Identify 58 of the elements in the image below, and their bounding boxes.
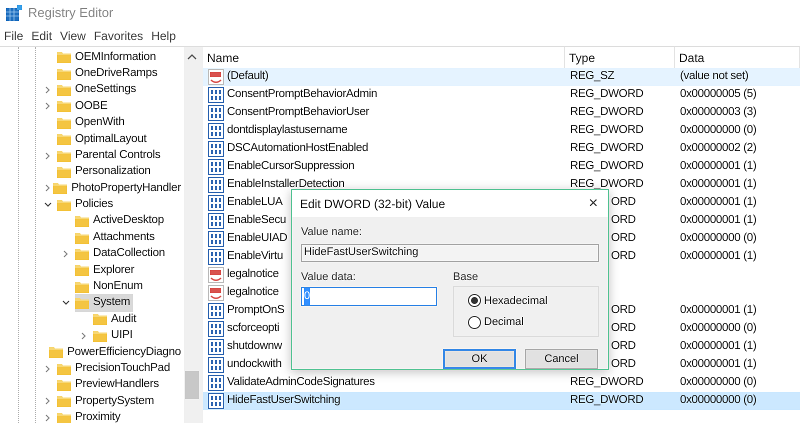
- group-label: Base: [453, 270, 480, 284]
- value-data: 0x00000000 (0): [680, 322, 756, 334]
- field-label: Value name:: [301, 225, 363, 240]
- value-type: REG_DWORD: [570, 178, 644, 190]
- value-name: EnableCursorSuppression: [227, 159, 354, 174]
- value-name: dontdisplaylastusername: [227, 123, 348, 138]
- value-name: legalnotice: [227, 285, 279, 300]
- value-type: ORD: [611, 196, 636, 208]
- value-name: EnableInstallerDetection: [227, 177, 344, 192]
- dialog-title: Edit DWORD (32-bit) Value: [300, 196, 446, 212]
- value-data: 0x00000001 (1): [680, 214, 756, 226]
- value-name: legalnotice: [227, 267, 279, 282]
- value-data: 0x00000001 (1): [680, 178, 756, 190]
- value-name: DSCAutomationHostEnabled: [227, 141, 368, 156]
- value-name: EnableUIAD: [227, 231, 288, 246]
- value-type: REG_DWORD: [570, 88, 644, 100]
- value-type: REG_DWORD: [570, 160, 644, 172]
- value-name: (Default): [227, 69, 268, 84]
- value-type: ORD: [611, 214, 636, 226]
- value-data: 0x00000001 (1): [680, 358, 756, 370]
- value-name: ValidateAdminCodeSignatures: [227, 375, 375, 390]
- value-name: ConsentPromptBehaviorAdmin: [227, 87, 378, 102]
- value-name: PromptOnS: [227, 303, 284, 318]
- value-type: ORD: [611, 250, 636, 262]
- value-type: ORD: [611, 340, 636, 352]
- value-data: 0x00000001 (1): [680, 160, 756, 172]
- value-type: ORD: [611, 358, 636, 370]
- value-name: EnableSecu: [227, 213, 286, 228]
- value-name: EnableVirtu: [227, 249, 283, 264]
- value-type: ORD: [611, 322, 636, 334]
- value-data: 0x00000001 (1): [680, 340, 756, 352]
- value-data: 0x00000003 (3): [680, 106, 756, 118]
- value-data: 0x00000001 (1): [680, 304, 756, 316]
- value-type: ORD: [611, 304, 636, 316]
- value-name: ConsentPromptBehaviorUser: [227, 105, 370, 120]
- value-type: REG_DWORD: [570, 106, 644, 118]
- value-type: REG_DWORD: [570, 124, 644, 136]
- value-name: EnableLUA: [227, 195, 282, 210]
- value-type: ORD: [611, 232, 636, 244]
- value-data: 0x00000001 (1): [680, 250, 756, 262]
- field-label: Value data:: [301, 270, 357, 284]
- value-name: shutdownw: [227, 339, 282, 354]
- value-type: REG_DWORD: [570, 142, 644, 154]
- value-name: scforceopti: [227, 321, 280, 336]
- value-name: undockwith: [227, 357, 282, 372]
- value-data: 0x00000002 (2): [680, 142, 756, 154]
- value-type: REG_DWORD: [570, 376, 644, 388]
- value-data: 0x00000000 (0): [680, 232, 756, 244]
- value-data: 0x00000001 (1): [680, 196, 756, 208]
- window-title: Registry Editor: [28, 4, 114, 22]
- value-name: HideFastUserSwitching: [227, 393, 340, 408]
- value-type: REG_DWORD: [570, 394, 644, 406]
- value-data: 0x00000000 (0): [680, 394, 756, 406]
- value-data: 0x00000000 (0): [680, 124, 756, 136]
- value-type: REG_SZ: [570, 70, 614, 82]
- value-data: 0x00000000 (0): [680, 376, 756, 388]
- value-data: 0x00000005 (5): [680, 88, 756, 100]
- value-data: (value not set): [680, 70, 748, 82]
